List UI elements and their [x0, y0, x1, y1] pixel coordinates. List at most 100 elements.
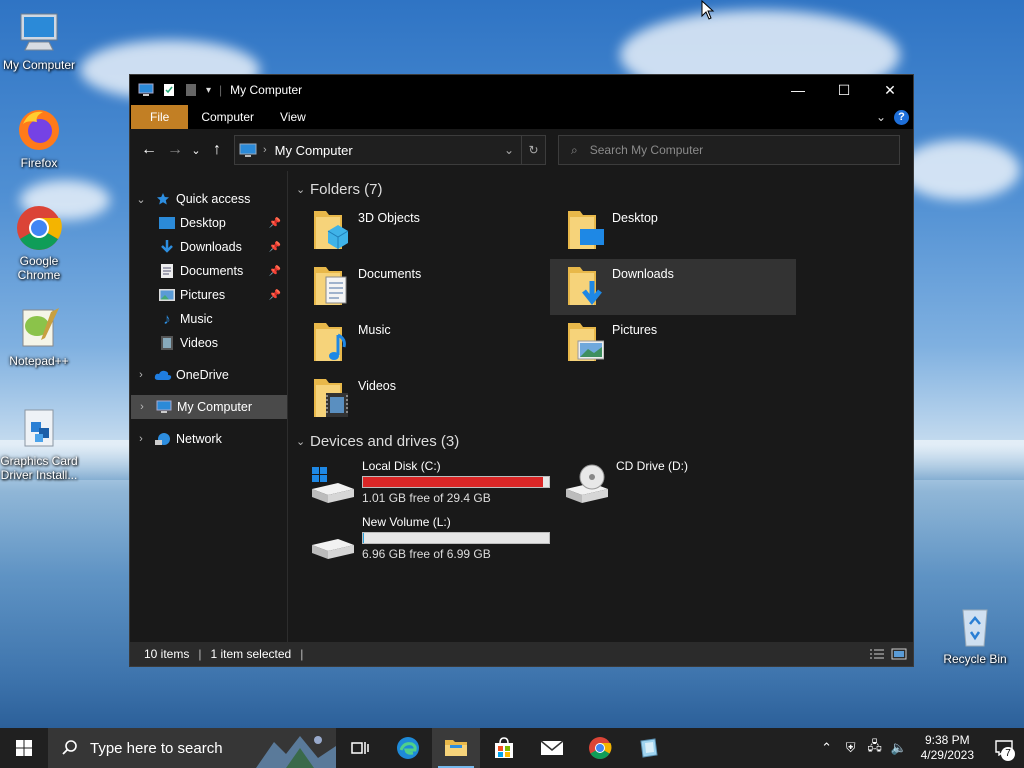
music-note-icon: ♪ [163, 310, 171, 328]
taskbar-driver-installer[interactable] [624, 728, 672, 768]
breadcrumb-chevron-icon[interactable]: › [263, 144, 267, 156]
nav-item-my-computer[interactable]: › My Computer [131, 395, 287, 419]
system-drive-icon [312, 467, 354, 503]
computer-icon [20, 13, 58, 51]
cloud-icon [154, 367, 172, 383]
desktop-icon-graphics-driver-installer[interactable]: Graphics Card Driver Install... [0, 404, 79, 482]
pin-icon: 📌 [268, 289, 281, 301]
volume-icon[interactable]: 🔈 [887, 740, 911, 756]
tab-view[interactable]: View [267, 105, 319, 129]
expand-chevron-icon[interactable]: › [134, 369, 148, 381]
drive-local-disk-c[interactable]: Local Disk (C:) 1.01 GB free of 29.4 GB [296, 457, 550, 513]
nav-item-downloads[interactable]: Downloads 📌 [130, 235, 287, 259]
customize-quick-access-icon[interactable]: ▾ [206, 85, 211, 96]
taskbar-edge[interactable] [384, 728, 432, 768]
desktop-icon [158, 215, 176, 231]
collapse-chevron-icon[interactable]: ⌄ [296, 183, 310, 196]
drive-cd-d[interactable]: CD Drive (D:) [550, 457, 804, 513]
desktop-icon-chrome[interactable]: Google Chrome [0, 204, 79, 282]
folder-name: Videos [358, 379, 396, 393]
security-shield-icon[interactable]: ⛨ [839, 740, 863, 756]
collapse-chevron-icon[interactable]: ⌄ [134, 193, 148, 206]
notification-count-badge: 7 [1001, 747, 1015, 761]
show-hidden-icons-chevron-icon[interactable]: ⌃ [815, 740, 839, 756]
windows-logo-icon [16, 740, 32, 756]
drive-new-volume-l[interactable]: New Volume (L:) 6.96 GB free of 6.99 GB [296, 513, 550, 569]
quick-access-toolbar: ▾ | [138, 83, 222, 97]
forward-arrow-icon[interactable]: → [162, 141, 188, 159]
address-bar[interactable]: › My Computer ⌄ ↻ [234, 135, 546, 165]
nav-item-videos[interactable]: Videos [130, 331, 287, 355]
nav-item-pictures[interactable]: Pictures 📌 [130, 283, 287, 307]
folder-videos[interactable]: Videos [296, 371, 550, 427]
desktop-icon-firefox[interactable]: Firefox [0, 106, 79, 170]
drives-group-header[interactable]: ⌄ Devices and drives (3) [296, 429, 913, 453]
tab-file[interactable]: File [131, 105, 189, 129]
navigation-pane: ⌄ Quick access Desktop 📌 Downloads 📌 Doc… [130, 171, 288, 642]
folder-pictures[interactable]: Pictures [550, 315, 804, 371]
chrome-icon [589, 737, 612, 759]
nav-item-label: Documents [180, 264, 244, 278]
task-view-button[interactable] [336, 728, 384, 768]
file-explorer-window[interactable]: ▾ | My Computer — ☐ ✕ File Computer View… [129, 74, 914, 667]
refresh-icon[interactable]: ↻ [521, 136, 545, 164]
search-box[interactable]: ⌕ Search My Computer [558, 135, 900, 165]
folders-group-header[interactable]: ⌄ Folders (7) [296, 177, 913, 201]
search-placeholder: Search My Computer [589, 143, 704, 157]
taskbar-store[interactable] [480, 728, 528, 768]
taskbar-search-box[interactable]: Type here to search [48, 728, 336, 768]
tab-computer[interactable]: Computer [188, 105, 267, 129]
desktop-icon-notepadpp[interactable]: Notepad++ [0, 304, 79, 368]
close-button[interactable]: ✕ [867, 75, 913, 105]
nav-item-documents[interactable]: Documents 📌 [130, 259, 287, 283]
desktop-icon-my-computer[interactable]: My Computer [0, 8, 79, 72]
new-folder-icon[interactable] [184, 83, 198, 97]
desktop-icon-recycle-bin[interactable]: Recycle Bin [935, 602, 1015, 666]
maximize-button[interactable]: ☐ [821, 75, 867, 105]
computer-icon [138, 83, 154, 96]
clock[interactable]: 9:38 PM 4/29/2023 [911, 733, 984, 763]
star-icon [154, 191, 172, 207]
folder-name: Documents [358, 267, 422, 281]
recent-locations-chevron-icon[interactable]: ⌄ [188, 144, 204, 157]
start-button[interactable] [0, 728, 48, 768]
breadcrumb-my-computer[interactable]: My Computer [275, 143, 353, 158]
collapse-chevron-icon[interactable]: ⌄ [296, 435, 310, 448]
taskbar-mail[interactable] [528, 728, 576, 768]
nav-item-network[interactable]: › Network [130, 427, 287, 451]
taskbar-chrome[interactable] [576, 728, 624, 768]
expand-chevron-icon[interactable]: › [135, 401, 149, 413]
status-item-count: 10 items [144, 647, 190, 661]
folder-music[interactable]: Music [296, 315, 550, 371]
folder-documents[interactable]: Documents [296, 259, 550, 315]
large-icons-view-icon[interactable] [891, 648, 907, 660]
minimize-button[interactable]: — [775, 75, 821, 105]
details-view-icon[interactable] [869, 648, 885, 660]
drives-grid: Local Disk (C:) 1.01 GB free of 29.4 GB … [296, 457, 913, 569]
nav-item-desktop[interactable]: Desktop 📌 [130, 211, 287, 235]
videos-folder-icon [314, 379, 348, 417]
folder-downloads[interactable]: Downloads [550, 259, 796, 315]
nav-item-quick-access[interactable]: ⌄ Quick access [130, 187, 287, 211]
title-bar[interactable]: ▾ | My Computer — ☐ ✕ [130, 75, 913, 105]
expand-ribbon-chevron-icon[interactable]: ⌄ [876, 110, 886, 124]
nav-item-onedrive[interactable]: › OneDrive [130, 363, 287, 387]
properties-icon[interactable] [162, 83, 176, 97]
back-arrow-icon[interactable]: ← [136, 141, 162, 159]
expand-chevron-icon[interactable]: › [134, 433, 148, 445]
nav-item-label: My Computer [177, 400, 253, 414]
help-icon[interactable]: ? [894, 109, 909, 125]
status-bar: 10 items | 1 item selected | [130, 642, 913, 666]
nav-item-music[interactable]: ♪ Music [130, 307, 287, 331]
drive-name: Local Disk (C:) [362, 459, 441, 473]
clock-date: 4/29/2023 [920, 748, 974, 762]
taskbar-file-explorer[interactable] [432, 728, 480, 768]
address-dropdown-chevron-icon[interactable]: ⌄ [497, 136, 521, 164]
folder-desktop[interactable]: Desktop [550, 203, 804, 259]
drive-free-space: 1.01 GB free of 29.4 GB [362, 491, 491, 505]
cd-drive-icon [566, 464, 608, 503]
folder-3d-objects[interactable]: 3D Objects [296, 203, 550, 259]
notification-center-button[interactable]: 7 [984, 728, 1024, 768]
network-status-icon[interactable]: 🖧 [863, 737, 887, 759]
up-arrow-icon[interactable]: ↑ [204, 141, 230, 159]
